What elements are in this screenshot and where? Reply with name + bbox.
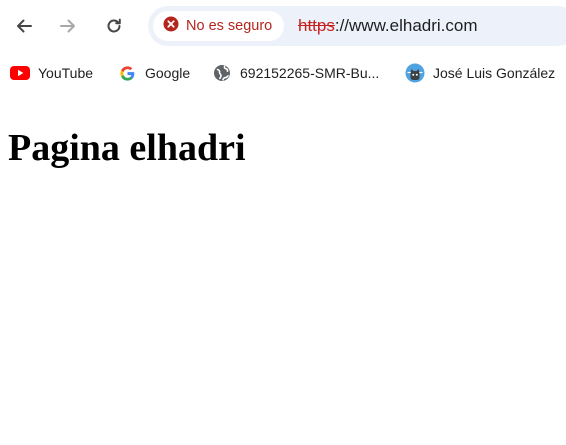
page-heading: Pagina elhadri: [8, 127, 246, 169]
address-bar[interactable]: No es seguro https://www.elhadri.com: [148, 6, 566, 46]
google-icon: [117, 63, 137, 83]
bookmark-label: YouTube: [38, 65, 94, 81]
site-security-chip[interactable]: No es seguro: [153, 11, 285, 41]
avatar-icon: [405, 63, 425, 83]
bookmarks-bar: YouTube Google 692152265-SMR-Bu... José …: [0, 56, 566, 90]
bookmark-label: 692152265-SMR-Bu...: [240, 65, 380, 81]
back-button[interactable]: [8, 10, 40, 42]
bookmark-smr[interactable]: 692152265-SMR-Bu...: [212, 60, 379, 86]
arrow-left-icon: [15, 17, 33, 35]
youtube-icon: [10, 63, 30, 83]
reload-icon: [105, 17, 123, 35]
page-content: Pagina elhadri: [0, 96, 566, 445]
browser-toolbar: No es seguro https://www.elhadri.com: [0, 0, 566, 52]
security-label: No es seguro: [186, 18, 273, 34]
bookmark-google[interactable]: Google: [117, 60, 190, 86]
bookmark-youtube[interactable]: YouTube: [10, 60, 93, 86]
url-scheme: https: [298, 16, 335, 35]
arrow-right-icon: [59, 17, 77, 35]
globe-icon: [212, 63, 232, 83]
bookmark-label: Google: [145, 65, 191, 81]
bookmark-jose-luis[interactable]: José Luis González: [405, 60, 555, 86]
url-text[interactable]: https://www.elhadri.com: [298, 16, 478, 36]
not-secure-icon: [163, 16, 179, 37]
reload-button[interactable]: [98, 10, 130, 42]
url-host: ://www.elhadri.com: [334, 16, 478, 35]
forward-button[interactable]: [52, 10, 84, 42]
bookmark-label: José Luis González: [433, 65, 556, 81]
